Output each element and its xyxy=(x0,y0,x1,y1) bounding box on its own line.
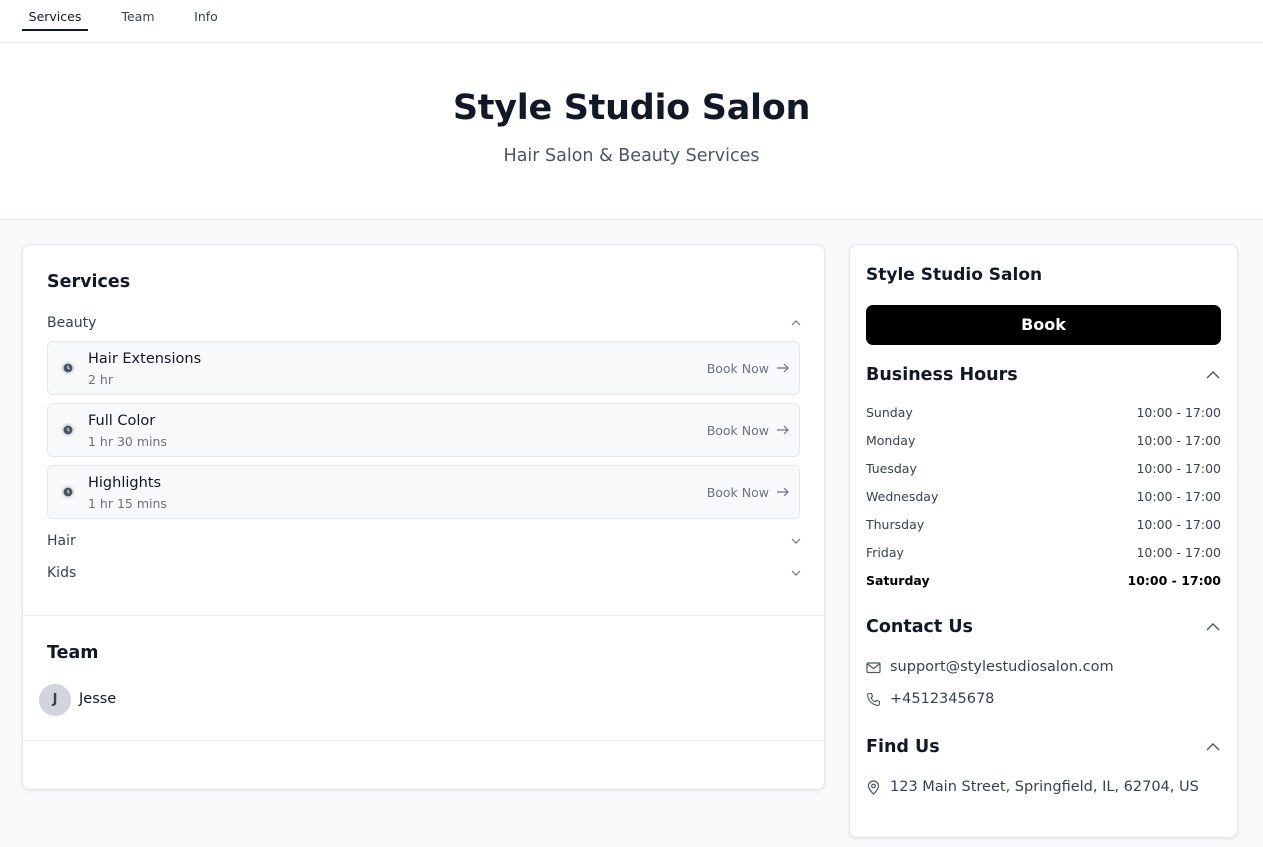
hours-value: 10:00 - 17:00 xyxy=(1136,433,1221,448)
team-member-name[interactable]: Jesse xyxy=(79,691,116,707)
service-duration: 2 hr xyxy=(88,372,113,387)
tab-services[interactable]: Services xyxy=(22,0,88,31)
business-hours-heading: Business Hours xyxy=(866,365,1018,385)
day-label: Tuesday xyxy=(866,461,917,476)
info-sidebar: Style Studio Salon Book Business Hours S… xyxy=(849,244,1238,838)
hours-row: Friday 10:00 - 17:00 xyxy=(866,544,1221,562)
hours-value: 10:00 - 17:00 xyxy=(1136,489,1221,504)
service-duration: 1 hr 30 mins xyxy=(88,434,167,449)
tab-info[interactable]: Info xyxy=(186,0,226,31)
contact-us-toggle[interactable]: Contact Us xyxy=(866,615,1221,639)
hours-row-today: Saturday 10:00 - 17:00 xyxy=(866,572,1221,590)
find-us-toggle[interactable]: Find Us xyxy=(866,735,1221,759)
hours-row: Wednesday 10:00 - 17:00 xyxy=(866,488,1221,506)
hours-row: Thursday 10:00 - 17:00 xyxy=(866,516,1221,534)
mail-icon xyxy=(866,662,881,674)
sidebar-title: Style Studio Salon xyxy=(866,265,1043,285)
service-item-full-color[interactable]: Full Color 1 hr 30 mins Book Now xyxy=(47,403,800,457)
page-subtitle: Hair Salon & Beauty Services xyxy=(503,146,760,166)
category-beauty[interactable]: Beauty xyxy=(47,311,802,335)
book-now-link[interactable]: Book Now xyxy=(707,423,769,438)
tab-team[interactable]: Team xyxy=(112,0,164,31)
section-divider xyxy=(23,740,824,741)
business-hours-toggle[interactable]: Business Hours xyxy=(866,363,1221,387)
address-text: 123 Main Street, Springfield, IL, 62704,… xyxy=(890,779,1199,795)
avatar: J xyxy=(39,684,71,716)
find-us-heading: Find Us xyxy=(866,737,940,757)
day-label: Wednesday xyxy=(866,489,939,504)
book-now-link[interactable]: Book Now xyxy=(707,361,769,376)
service-name: Full Color xyxy=(88,413,156,429)
chevron-up-icon xyxy=(1206,743,1220,751)
chevron-down-icon xyxy=(791,538,801,544)
hours-value: 10:00 - 17:00 xyxy=(1136,405,1221,420)
chevron-up-icon xyxy=(791,320,801,326)
hours-row: Monday 10:00 - 17:00 xyxy=(866,432,1221,450)
day-label: Monday xyxy=(866,433,916,448)
day-label: Sunday xyxy=(866,405,913,420)
service-name: Hair Extensions xyxy=(88,351,202,367)
team-heading: Team xyxy=(47,643,99,663)
book-button[interactable]: Book xyxy=(866,305,1221,345)
email-text: support@stylestudiosalon.com xyxy=(890,659,1114,675)
chevron-up-icon xyxy=(1206,623,1220,631)
day-label: Thursday xyxy=(866,517,925,532)
clock-icon xyxy=(61,361,75,375)
service-item-hair-extensions[interactable]: Hair Extensions 2 hr Book Now xyxy=(47,341,800,395)
section-divider xyxy=(23,615,824,616)
chevron-up-icon xyxy=(1206,371,1220,379)
category-label: Hair xyxy=(47,533,76,549)
arrow-right-icon xyxy=(777,487,789,497)
hours-value: 10:00 - 17:00 xyxy=(1127,573,1221,588)
top-nav: Services Team Info xyxy=(0,0,1263,43)
category-kids[interactable]: Kids xyxy=(47,561,802,585)
contact-email[interactable]: support@stylestudiosalon.com xyxy=(866,657,1221,677)
category-label: Kids xyxy=(47,565,77,581)
category-label: Beauty xyxy=(47,315,97,331)
clock-icon xyxy=(61,485,75,499)
contact-us-heading: Contact Us xyxy=(866,617,973,637)
arrow-right-icon xyxy=(777,425,789,435)
category-hair[interactable]: Hair xyxy=(47,529,802,553)
clock-icon xyxy=(61,423,75,437)
day-label: Saturday xyxy=(866,573,930,588)
page-title: Style Studio Salon xyxy=(452,88,811,128)
phone-icon xyxy=(867,692,880,706)
contact-phone[interactable]: +4512345678 xyxy=(866,689,1221,709)
services-card: Services Beauty Hair Extensions 2 hr Boo… xyxy=(22,244,825,790)
phone-text: +4512345678 xyxy=(890,691,995,707)
hours-value: 10:00 - 17:00 xyxy=(1136,517,1221,532)
map-pin-icon xyxy=(867,780,880,795)
hours-value: 10:00 - 17:00 xyxy=(1136,461,1221,476)
service-duration: 1 hr 15 mins xyxy=(88,496,167,511)
book-now-link[interactable]: Book Now xyxy=(707,485,769,500)
hours-row: Tuesday 10:00 - 17:00 xyxy=(866,460,1221,478)
hours-value: 10:00 - 17:00 xyxy=(1136,545,1221,560)
hero-header: Style Studio Salon Hair Salon & Beauty S… xyxy=(0,43,1263,220)
service-item-highlights[interactable]: Highlights 1 hr 15 mins Book Now xyxy=(47,465,800,519)
arrow-right-icon xyxy=(777,363,789,373)
address-row[interactable]: 123 Main Street, Springfield, IL, 62704,… xyxy=(866,777,1221,797)
hours-row: Sunday 10:00 - 17:00 xyxy=(866,404,1221,422)
chevron-down-icon xyxy=(791,570,801,576)
service-name: Highlights xyxy=(88,475,162,491)
services-heading: Services xyxy=(47,272,131,292)
day-label: Friday xyxy=(866,545,904,560)
